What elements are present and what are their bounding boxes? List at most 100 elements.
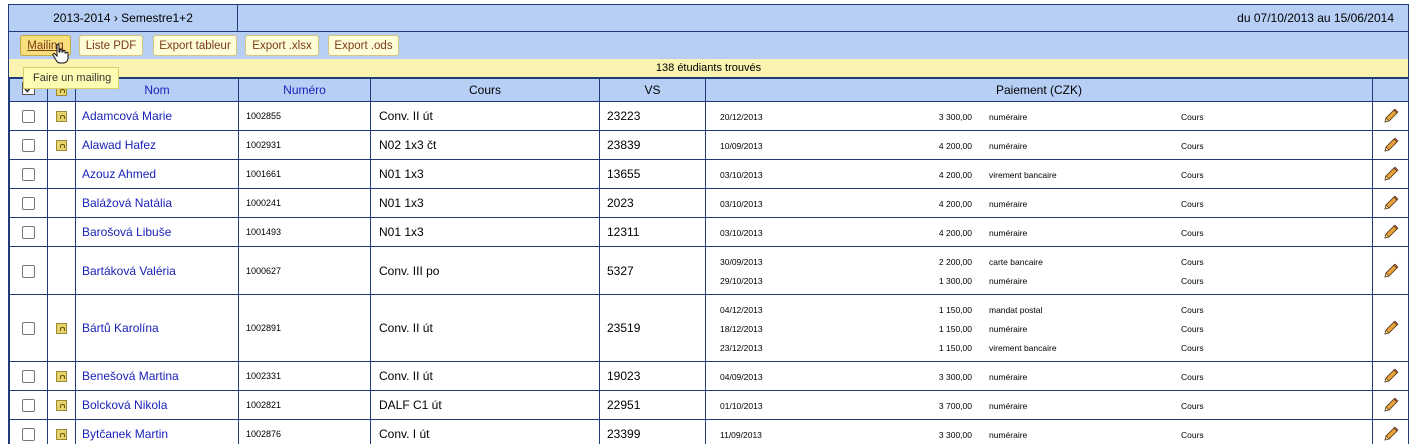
student-name-link[interactable]: Bytčanek Martin bbox=[75, 419, 239, 444]
lock-icon bbox=[56, 371, 67, 383]
student-course: Conv. II út bbox=[370, 294, 600, 362]
pencil-edit-icon[interactable] bbox=[1383, 195, 1399, 210]
row-edit-cell bbox=[1372, 294, 1408, 362]
results-count-banner: 138 étudiants trouvés bbox=[9, 59, 1408, 78]
export-spreadsheet-button-label: Export tableur bbox=[159, 39, 231, 52]
payment-type: Cours bbox=[1181, 111, 1204, 122]
student-name-link[interactable]: Adamcová Marie bbox=[75, 101, 239, 131]
pencil-edit-icon[interactable] bbox=[1383, 224, 1399, 239]
payment-line: 29/10/2013 1 300,00 numéraire Cours bbox=[706, 271, 1372, 290]
payment-amount: 2 200,00 bbox=[938, 256, 972, 267]
row-checkbox[interactable] bbox=[22, 168, 35, 182]
payment-type: Cours bbox=[1181, 304, 1204, 315]
student-payments: 03/10/2013 4 200,00 virement bancaire Cours bbox=[705, 159, 1373, 189]
row-edit-cell bbox=[1372, 361, 1408, 391]
row-checkbox[interactable] bbox=[22, 322, 35, 336]
student-course: Conv. I út bbox=[370, 419, 600, 444]
row-lock-cell bbox=[47, 419, 76, 444]
pencil-edit-icon[interactable] bbox=[1383, 137, 1399, 152]
payment-mode: numéraire bbox=[989, 275, 1028, 286]
student-vs: 13655 bbox=[599, 159, 706, 189]
student-vs: 2023 bbox=[599, 188, 706, 218]
pencil-edit-icon[interactable] bbox=[1383, 320, 1399, 335]
period-selector[interactable]: 2013-2014 › Semestre1+2 bbox=[9, 5, 238, 31]
row-select-cell bbox=[9, 361, 48, 391]
payment-type: Cours bbox=[1181, 342, 1204, 353]
row-checkbox[interactable] bbox=[22, 226, 35, 240]
payment-type: Cours bbox=[1181, 140, 1204, 151]
table-row: Bolcková Nikola 1002821 DALF C1 út 22951 01/… bbox=[9, 390, 1408, 420]
payment-mode: carte bancaire bbox=[989, 256, 1043, 267]
payment-mode: numéraire bbox=[989, 323, 1028, 334]
row-checkbox[interactable] bbox=[22, 264, 35, 278]
payment-amount: 3 300,00 bbox=[938, 429, 972, 440]
payment-mode: mandat postal bbox=[989, 304, 1043, 315]
row-checkbox[interactable] bbox=[22, 110, 35, 124]
payment-date: 20/12/2013 bbox=[720, 111, 763, 122]
payment-amount: 3 300,00 bbox=[938, 371, 972, 382]
student-vs: 23519 bbox=[599, 294, 706, 362]
pdf-list-button[interactable]: Liste PDF bbox=[79, 35, 143, 56]
col-course-header: Cours bbox=[370, 78, 600, 102]
pencil-edit-icon[interactable] bbox=[1383, 426, 1399, 441]
row-edit-cell bbox=[1372, 217, 1408, 247]
pencil-edit-icon[interactable] bbox=[1383, 397, 1399, 412]
payment-amount: 1 150,00 bbox=[938, 304, 972, 315]
row-lock-cell bbox=[47, 130, 76, 160]
table-row: Bártů Karolína 1002891 Conv. II út 23519 04/… bbox=[9, 294, 1408, 362]
student-name-link[interactable]: Bolcková Nikola bbox=[75, 390, 239, 420]
col-number-header[interactable]: Numéro bbox=[238, 78, 371, 102]
payment-line: 30/09/2013 2 200,00 carte bancaire Cours bbox=[706, 252, 1372, 271]
export-xlsx-button-label: Export .xlsx bbox=[252, 39, 312, 52]
student-name-link[interactable]: Balážová Natália bbox=[75, 188, 239, 218]
row-edit-cell bbox=[1372, 246, 1408, 295]
student-name-link[interactable]: Barošová Libuše bbox=[75, 217, 239, 247]
students-table: Nom Numéro Cours VS Paiement (CZK) Adamc… bbox=[9, 78, 1408, 444]
student-name-link[interactable]: Alawad Hafez bbox=[75, 130, 239, 160]
student-vs: 23399 bbox=[599, 419, 706, 444]
payment-type: Cours bbox=[1181, 198, 1204, 209]
student-vs: 22951 bbox=[599, 390, 706, 420]
export-spreadsheet-button[interactable]: Export tableur bbox=[153, 35, 237, 56]
student-vs: 19023 bbox=[599, 361, 706, 391]
row-select-cell bbox=[9, 390, 48, 420]
table-row: Bytčanek Martin 1002876 Conv. I út 23399 11/… bbox=[9, 419, 1408, 444]
payment-line: 03/10/2013 4 200,00 virement bancaire Cours bbox=[706, 165, 1372, 184]
student-name-link[interactable]: Benešová Martina bbox=[75, 361, 239, 391]
payment-type: Cours bbox=[1181, 400, 1204, 411]
student-name-link[interactable]: Azouz Ahmed bbox=[75, 159, 239, 189]
pencil-edit-icon[interactable] bbox=[1383, 263, 1399, 278]
pencil-edit-icon[interactable] bbox=[1383, 108, 1399, 123]
export-xlsx-button[interactable]: Export .xlsx bbox=[245, 35, 319, 56]
pencil-edit-icon[interactable] bbox=[1383, 368, 1399, 383]
row-select-cell bbox=[9, 159, 48, 189]
payment-date: 10/09/2013 bbox=[720, 140, 763, 151]
student-number: 1000241 bbox=[238, 188, 371, 218]
row-checkbox[interactable] bbox=[22, 197, 35, 211]
student-payments: 11/09/2013 3 300,00 numéraire Cours bbox=[705, 419, 1373, 444]
payment-date: 04/12/2013 bbox=[720, 304, 763, 315]
payment-line: 01/10/2013 3 700,00 numéraire Cours bbox=[706, 396, 1372, 415]
table-row: Alawad Hafez 1002931 N02 1x3 čt 23839 10/09/… bbox=[9, 130, 1408, 160]
student-number: 1002821 bbox=[238, 390, 371, 420]
student-name-link[interactable]: Bartáková Valéria bbox=[75, 246, 239, 295]
export-ods-button[interactable]: Export .ods bbox=[328, 35, 399, 56]
row-checkbox[interactable] bbox=[22, 139, 35, 153]
student-payments: 30/09/2013 2 200,00 carte bancaire Cours 29/… bbox=[705, 246, 1373, 295]
payment-amount: 4 200,00 bbox=[938, 140, 972, 151]
payment-amount: 1 300,00 bbox=[938, 275, 972, 286]
student-name-link[interactable]: Bártů Karolína bbox=[75, 294, 239, 362]
pencil-edit-icon[interactable] bbox=[1383, 166, 1399, 181]
export-ods-button-label: Export .ods bbox=[334, 39, 393, 52]
row-checkbox[interactable] bbox=[22, 370, 35, 384]
payment-amount: 3 300,00 bbox=[938, 111, 972, 122]
payment-line: 23/12/2013 1 150,00 virement bancaire Cours bbox=[706, 338, 1372, 357]
row-checkbox[interactable] bbox=[22, 428, 35, 442]
row-edit-cell bbox=[1372, 130, 1408, 160]
student-number: 1002931 bbox=[238, 130, 371, 160]
row-select-cell bbox=[9, 101, 48, 131]
row-checkbox[interactable] bbox=[22, 399, 35, 413]
payment-mode: numéraire bbox=[989, 371, 1028, 382]
payment-mode: virement bancaire bbox=[989, 169, 1057, 180]
table-row: Benešová Martina 1002331 Conv. II út 19023 0… bbox=[9, 361, 1408, 391]
